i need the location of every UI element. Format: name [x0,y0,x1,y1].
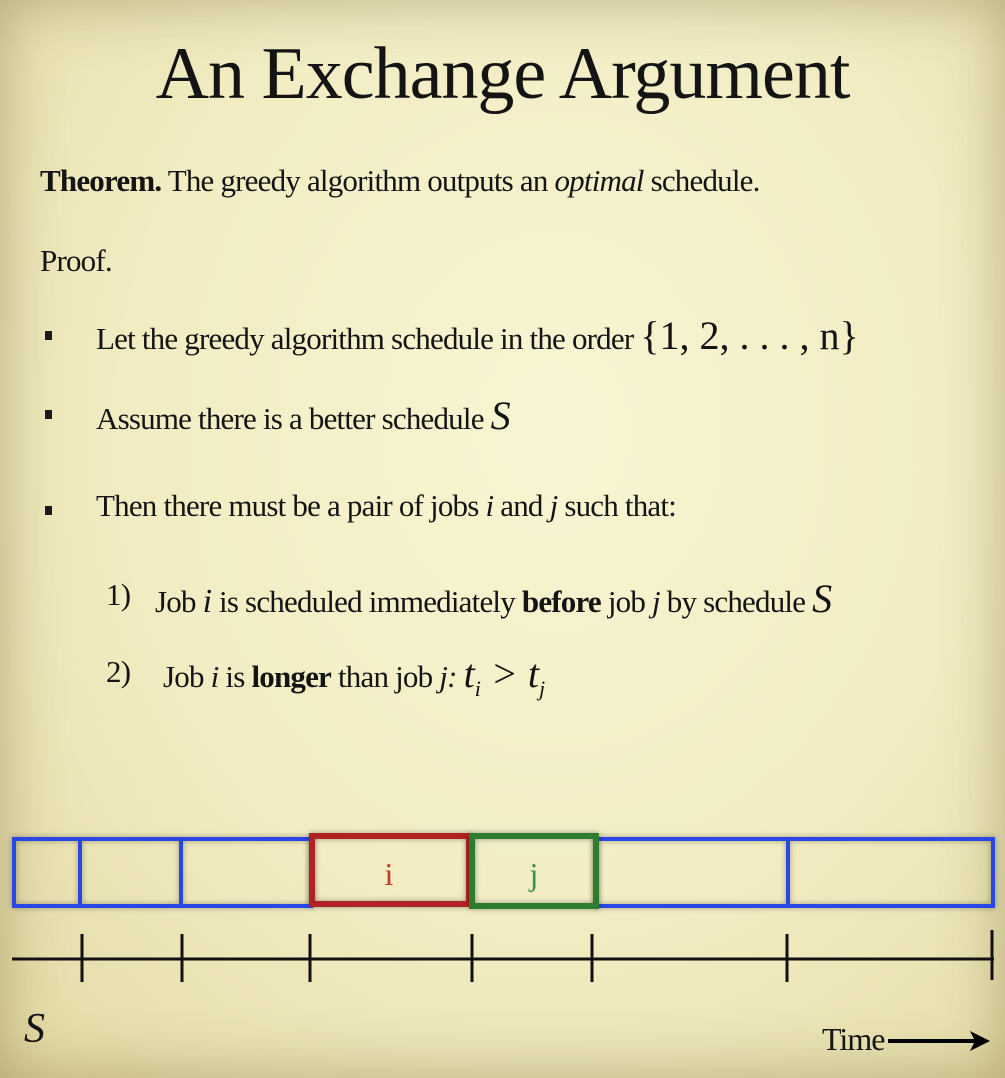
job-i-label: i [385,856,394,892]
schedule-block [786,837,995,908]
schedule-block [179,837,313,908]
time-label: Time [822,1021,885,1057]
schedule-block [78,837,183,908]
schedule-block [594,837,790,908]
job-j-label: j [529,856,539,892]
axis-ticks [80,930,994,982]
schedule-diagram: i j S Time [12,833,995,1057]
schedule-S-label: S [24,1006,45,1052]
schedule-blocks [12,837,995,908]
schedule-block [12,837,82,908]
slide: An Exchange Argument Theorem. The greedy… [0,0,1005,1078]
